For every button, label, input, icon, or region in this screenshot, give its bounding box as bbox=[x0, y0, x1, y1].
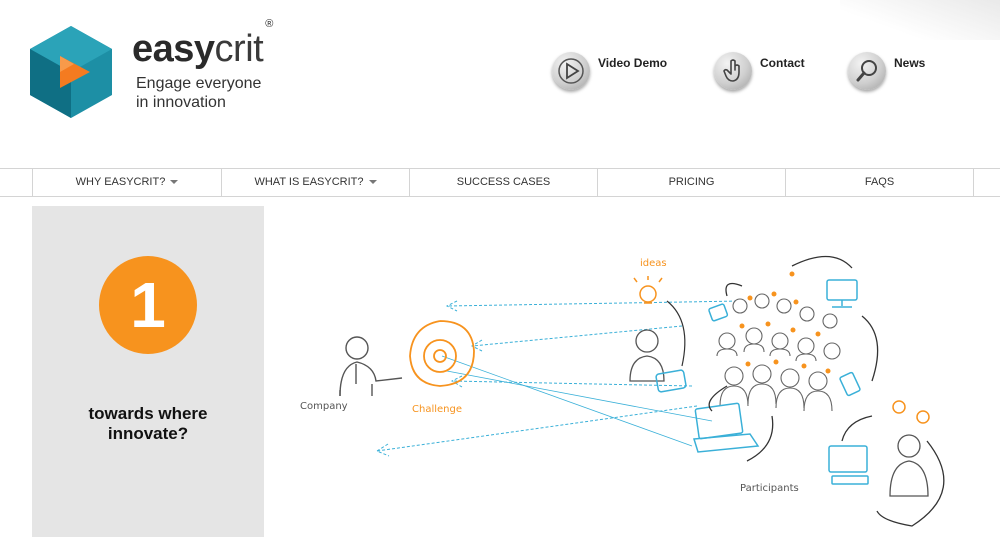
logo-mark-icon bbox=[30, 26, 112, 118]
video-demo-link[interactable]: Video Demo bbox=[552, 50, 667, 92]
nav-success-cases[interactable]: SUCCESS CASES bbox=[409, 169, 597, 196]
magnifier-icon bbox=[848, 52, 886, 90]
person-right bbox=[889, 434, 929, 497]
participants-label: Participants bbox=[740, 483, 799, 494]
lightbulb-icon bbox=[633, 276, 663, 304]
company-label: Company bbox=[300, 401, 348, 412]
caret-down-icon bbox=[368, 180, 377, 185]
nav-faqs[interactable]: FAQS bbox=[785, 169, 974, 196]
step-number-badge: 1 bbox=[99, 256, 197, 354]
news-label: News bbox=[894, 56, 926, 70]
logo[interactable]: easycrit® Engage everyone in innovation bbox=[30, 18, 290, 126]
challenge-target bbox=[409, 320, 475, 387]
contact-link[interactable]: Contact bbox=[714, 50, 805, 92]
play-icon bbox=[552, 52, 590, 90]
brand-tagline: Engage everyone in innovation bbox=[136, 75, 262, 111]
challenge-label: Challenge bbox=[412, 404, 462, 415]
nav-what-is-easycrit[interactable]: WHAT IS EASYCRIT? bbox=[221, 169, 409, 196]
step-panel: 1 towards where innovate? bbox=[32, 206, 264, 537]
participants-crowd bbox=[716, 293, 841, 412]
caret-down-icon bbox=[170, 180, 179, 185]
nav-why-easycrit[interactable]: WHY EASYCRIT? bbox=[32, 169, 221, 196]
corner-texture bbox=[840, 0, 1000, 40]
arrows-blue bbox=[375, 300, 743, 457]
ideas-label: ideas bbox=[640, 258, 667, 269]
process-illustration: Company Challenge ideas Participants bbox=[300, 255, 945, 527]
contact-label: Contact bbox=[760, 56, 805, 70]
video-demo-label: Video Demo bbox=[598, 56, 668, 70]
pointer-hand-icon bbox=[714, 52, 752, 90]
right-bulbs bbox=[892, 400, 930, 424]
step-question: towards where innovate? bbox=[88, 404, 208, 443]
crowd-idea-bulbs bbox=[739, 271, 831, 374]
news-link[interactable]: News bbox=[848, 50, 925, 92]
brand-name: easycrit® bbox=[132, 18, 273, 70]
company-figure bbox=[339, 336, 403, 397]
nav-pricing[interactable]: PRICING bbox=[597, 169, 785, 196]
main-nav: WHY EASYCRIT? WHAT IS EASYCRIT? SUCCESS … bbox=[0, 168, 1000, 197]
